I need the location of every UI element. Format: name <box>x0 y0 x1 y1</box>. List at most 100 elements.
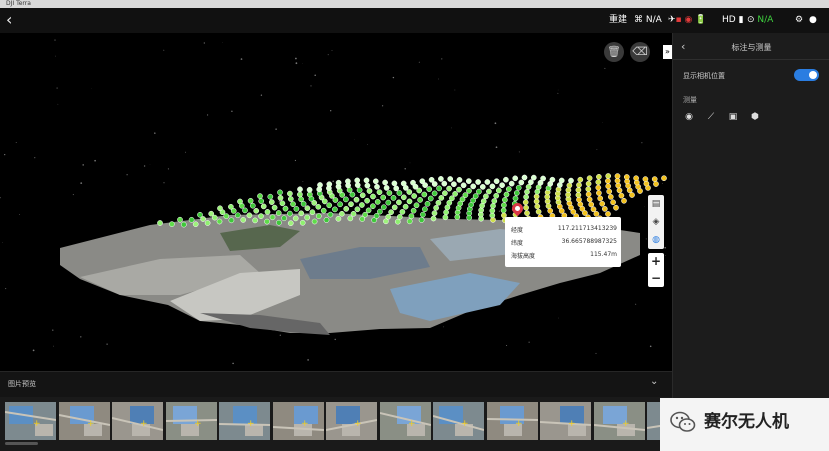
camera-position-dot <box>287 196 294 202</box>
camera-position-dot <box>275 210 282 216</box>
camera-position-dot <box>197 211 203 218</box>
camera-position-dot <box>596 173 602 180</box>
svg-text:+: + <box>33 419 41 429</box>
camera-position-dot <box>605 173 612 179</box>
back-icon[interactable]: ‹ <box>6 12 12 28</box>
camera-position-dot <box>382 179 388 186</box>
photo-thumbnail[interactable]: + <box>593 402 645 440</box>
camera-position-dot <box>595 179 602 185</box>
image-thumbnail-strip[interactable]: +++++++++++++ <box>0 397 698 451</box>
camera-position-dot <box>576 196 582 203</box>
collapse-panel-button[interactable]: » <box>663 45 672 59</box>
camera-position-dot <box>393 185 400 192</box>
camera-position-dot <box>373 213 380 219</box>
camera-position-dot <box>443 209 449 216</box>
camera-position-dot <box>260 203 267 210</box>
photo-thumbnail[interactable]: + <box>58 402 110 440</box>
camera-position-dot <box>524 210 530 216</box>
svg-text:+: + <box>568 419 576 429</box>
camera-position-dot <box>247 197 254 204</box>
camera-position-dot <box>372 178 379 185</box>
camera-position-dot <box>596 190 602 196</box>
camera-position-dot <box>493 192 500 199</box>
layer-icon[interactable]: ▤ <box>648 195 664 213</box>
camera-position-dot <box>549 176 556 183</box>
camera-position-dot <box>479 184 486 190</box>
camera-position-dot <box>177 216 183 223</box>
altitude-label: 海拔高度 <box>511 253 536 260</box>
volume-measure-icon[interactable]: ⬢ <box>749 111 761 123</box>
camera-position-dot <box>267 193 274 200</box>
photo-thumbnail[interactable]: + <box>379 402 431 440</box>
camera-position-dot <box>290 201 296 207</box>
camera-position-dot <box>385 199 392 206</box>
photo-thumbnail[interactable]: + <box>219 402 270 440</box>
show-camera-toggle[interactable] <box>794 69 819 81</box>
camera-position-dot <box>347 215 354 222</box>
photo-thumbnail[interactable]: + <box>272 402 324 440</box>
show-camera-label: 显示相机位置 <box>683 72 725 80</box>
camera-position-dot <box>613 204 619 211</box>
camera-position-dot <box>386 190 393 196</box>
camera-position-dot <box>169 221 175 227</box>
camera-position-dot <box>297 191 303 198</box>
cube-icon[interactable]: ◈ <box>648 213 664 231</box>
camera-position-dot <box>428 176 435 183</box>
camera-position-dot <box>424 200 431 207</box>
camera-position-dot <box>575 187 582 193</box>
area-measure-icon[interactable]: ▣ <box>727 111 739 123</box>
camera-position-dot <box>456 186 462 193</box>
globe-icon[interactable]: ◍ <box>648 231 664 249</box>
gear-icon[interactable]: ⚙ <box>795 15 803 26</box>
camera-position-dot <box>282 205 289 212</box>
camera-position-dot <box>180 221 187 228</box>
camera-position-dot <box>315 213 322 219</box>
camera-position-dot <box>417 197 423 203</box>
camera-position-dot <box>441 180 448 187</box>
camera-position-dot <box>528 179 534 186</box>
camera-position-dot <box>299 219 306 226</box>
thumbnail-scrollbar[interactable] <box>5 442 38 445</box>
photo-thumbnail[interactable]: + <box>433 402 484 440</box>
camera-position-dot <box>605 211 611 217</box>
svg-text:+: + <box>461 419 469 429</box>
map-3d-viewport[interactable] <box>0 33 672 371</box>
zoom-out-button[interactable]: − <box>648 270 664 287</box>
camera-position-dot <box>380 194 387 201</box>
camera-position-dot <box>585 191 592 198</box>
measure-section-title: 测量 <box>683 96 697 104</box>
camera-position-dot <box>264 209 271 215</box>
camera-position-dot <box>597 195 604 202</box>
camera-position-dot <box>433 205 439 211</box>
eraser-icon[interactable]: ⌫ <box>630 42 650 62</box>
camera-position-dot <box>276 219 282 226</box>
camera-position-dot <box>512 195 519 202</box>
photo-thumbnail[interactable]: + <box>326 402 377 440</box>
rebuild-button[interactable]: 重建 <box>609 15 627 26</box>
photo-thumbnail[interactable]: + <box>540 402 591 440</box>
camera-position-dot <box>399 209 406 215</box>
user-icon[interactable]: ● <box>809 15 817 26</box>
camera-position-dot <box>271 204 278 211</box>
camera-position-dot <box>320 207 327 214</box>
trash-icon[interactable]: 🗑 <box>604 42 624 62</box>
camera-position-dot <box>438 195 445 201</box>
photo-thumbnail[interactable]: + <box>5 402 56 440</box>
camera-position-dot <box>217 205 223 212</box>
camera-position-dot <box>653 181 659 187</box>
point-measure-icon[interactable]: ◉ <box>683 111 695 123</box>
camera-position-dot <box>400 194 407 201</box>
camera-position-dot <box>489 212 496 219</box>
camera-position-dot <box>575 192 582 198</box>
camera-position-dot <box>442 214 449 221</box>
photo-thumbnail[interactable]: + <box>165 402 217 440</box>
line-measure-icon[interactable]: ⟋ <box>705 111 717 123</box>
photo-thumbnail[interactable]: + <box>486 402 538 440</box>
photo-thumbnail[interactable]: + <box>112 402 163 440</box>
camera-position-dot <box>513 190 520 196</box>
camera-position-dot <box>452 191 458 197</box>
chevron-down-icon[interactable]: ⌄ <box>650 376 658 387</box>
zoom-in-button[interactable]: + <box>648 253 664 270</box>
gps-status: ⊙ N/A <box>747 15 774 25</box>
camera-position-dot <box>590 206 597 213</box>
